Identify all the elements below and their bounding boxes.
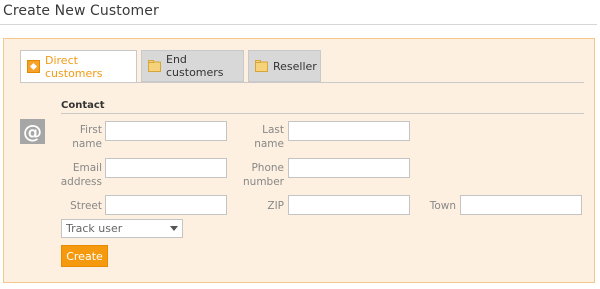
- section-divider: [61, 113, 584, 114]
- town-label: Town: [429, 200, 456, 212]
- street-field[interactable]: [105, 195, 227, 215]
- zip-label: ZIP: [267, 200, 284, 212]
- tab-end-customers[interactable]: End customers: [141, 50, 244, 82]
- email-field[interactable]: [105, 158, 227, 178]
- section-label: Contact: [61, 100, 105, 111]
- phone-label: Phone number: [243, 162, 284, 188]
- phone-field[interactable]: [288, 158, 410, 178]
- tab-label: End customers: [166, 53, 224, 79]
- email-label: Email address: [60, 162, 102, 188]
- customer-form-panel: Direct customers End customers Reseller …: [3, 38, 595, 283]
- town-field[interactable]: [460, 195, 582, 215]
- first-name-label: First name: [72, 124, 102, 150]
- folder-icon: [148, 60, 161, 73]
- tab-reseller[interactable]: Reseller: [248, 50, 321, 82]
- first-name-field[interactable]: [105, 121, 227, 141]
- tab-direct-customers[interactable]: Direct customers: [20, 50, 137, 83]
- track-user-select[interactable]: Track user: [61, 219, 183, 238]
- tab-label: Direct customers: [45, 53, 103, 80]
- last-name-label: Last name: [254, 124, 284, 150]
- create-button[interactable]: Create: [61, 245, 108, 267]
- page-title: Create New Customer: [3, 3, 159, 19]
- at-icon: @: [20, 119, 45, 144]
- folder-icon: [255, 60, 268, 73]
- zip-field[interactable]: [288, 195, 410, 215]
- track-user-value: Track user: [66, 222, 123, 235]
- diamond-icon: [27, 60, 40, 73]
- chevron-down-icon: [170, 226, 178, 231]
- last-name-field[interactable]: [288, 121, 410, 141]
- title-divider: [0, 24, 597, 25]
- tab-label: Reseller: [273, 59, 317, 73]
- street-label: Street: [70, 200, 102, 212]
